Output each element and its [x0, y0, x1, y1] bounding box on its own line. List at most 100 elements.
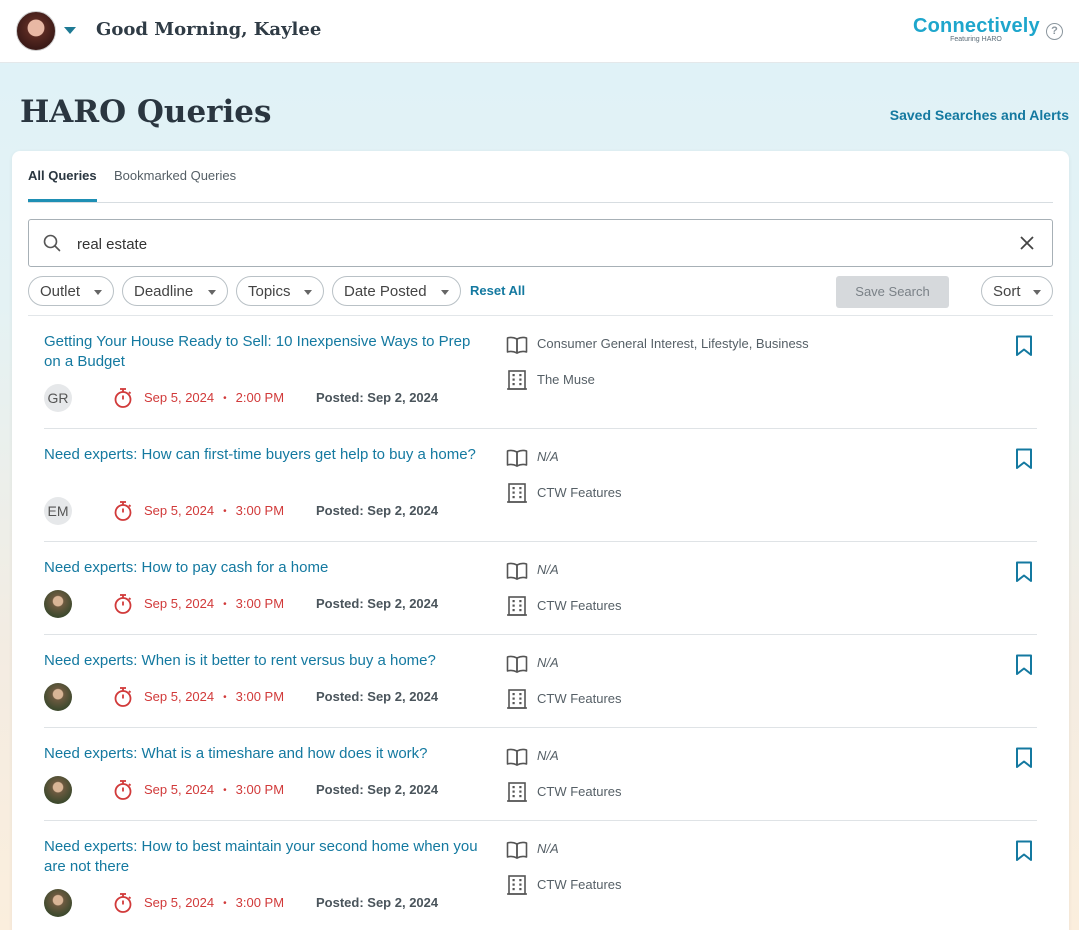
- author-avatar: [44, 683, 72, 711]
- author-avatar: [44, 776, 72, 804]
- posted-date: Posted: Sep 2, 2024: [316, 390, 439, 405]
- query-title-link[interactable]: Getting Your House Ready to Sell: 10 Ine…: [44, 332, 490, 372]
- query-meta: Sep 5, 2024 • 3:00 PM Posted: Sep 2, 2024: [44, 683, 504, 711]
- author-avatar: [44, 590, 72, 618]
- search-icon: [43, 234, 61, 252]
- deadline-separator: •: [223, 785, 227, 796]
- query-row: Need experts: How to pay cash for a home…: [44, 542, 1037, 635]
- query-outlet: CTW Features: [537, 784, 622, 799]
- deadline-time: 3:00 PM: [235, 503, 285, 518]
- query-topics: N/A: [537, 748, 559, 763]
- topics-filter[interactable]: Topics: [236, 276, 324, 306]
- reset-all-link[interactable]: Reset All: [470, 283, 525, 298]
- date-posted-filter[interactable]: Date Posted: [332, 276, 461, 306]
- author-avatar: GR: [44, 384, 72, 412]
- deadline: Sep 5, 2024 • 3:00 PM: [144, 895, 284, 910]
- query-meta: EM Sep 5, 2024 • 3:00 PM Posted: Sep 2, 2024: [44, 497, 504, 525]
- tab-all-queries[interactable]: All Queries: [28, 168, 97, 202]
- deadline: Sep 5, 2024 • 2:00 PM: [144, 390, 284, 405]
- posted-date: Posted: Sep 2, 2024: [316, 596, 439, 611]
- building-icon: [506, 595, 528, 622]
- query-outlet: The Muse: [537, 372, 595, 387]
- date-posted-filter-label: Date Posted: [344, 283, 427, 300]
- bookmark-icon[interactable]: [1015, 840, 1033, 867]
- stopwatch-icon: [112, 387, 134, 414]
- bookmark-icon[interactable]: [1015, 448, 1033, 475]
- building-icon: [506, 369, 528, 396]
- query-row: Need experts: How to best maintain your …: [44, 821, 1037, 930]
- building-icon: [506, 482, 528, 509]
- query-meta: Sep 5, 2024 • 3:00 PM Posted: Sep 2, 2024: [44, 889, 504, 917]
- tab-bookmarked-queries[interactable]: Bookmarked Queries: [114, 168, 236, 199]
- building-icon: [506, 688, 528, 715]
- posted-date: Posted: Sep 2, 2024: [316, 689, 439, 704]
- stopwatch-icon: [112, 892, 134, 919]
- brand-name: Connectively: [913, 15, 1040, 37]
- chevron-down-icon: [441, 290, 449, 295]
- bookmark-icon[interactable]: [1015, 747, 1033, 774]
- query-title-link[interactable]: Need experts: How to best maintain your …: [44, 837, 490, 877]
- deadline: Sep 5, 2024 • 3:00 PM: [144, 782, 284, 797]
- query-topics: N/A: [537, 449, 559, 464]
- query-outlet: CTW Features: [537, 598, 622, 613]
- search-input[interactable]: [77, 232, 977, 256]
- posted-date: Posted: Sep 2, 2024: [316, 895, 439, 910]
- query-row: Need experts: How can first-time buyers …: [44, 429, 1037, 542]
- topics-filter-label: Topics: [248, 283, 291, 300]
- deadline-date: Sep 5, 2024: [144, 689, 215, 704]
- deadline-filter-label: Deadline: [134, 283, 194, 300]
- bookmark-icon[interactable]: [1015, 335, 1033, 362]
- query-outlet: CTW Features: [537, 485, 622, 500]
- building-icon: [506, 874, 528, 901]
- query-topics: Consumer General Interest, Lifestyle, Bu…: [537, 336, 809, 351]
- brand-logo[interactable]: Connectively Featuring HARO: [913, 15, 1040, 43]
- deadline-time: 3:00 PM: [235, 596, 285, 611]
- query-title-link[interactable]: Need experts: When is it better to rent …: [44, 651, 490, 671]
- help-icon[interactable]: ?: [1046, 23, 1063, 40]
- chevron-down-icon: [1033, 290, 1041, 295]
- book-open-icon: [506, 747, 528, 772]
- deadline-date: Sep 5, 2024: [144, 596, 215, 611]
- bookmark-icon[interactable]: [1015, 654, 1033, 681]
- stopwatch-icon: [112, 593, 134, 620]
- deadline-time: 3:00 PM: [235, 689, 285, 704]
- posted-date: Posted: Sep 2, 2024: [316, 503, 439, 518]
- queries-card: All Queries Bookmarked Queries Outlet De…: [12, 151, 1069, 930]
- user-avatar[interactable]: [16, 11, 56, 51]
- author-avatar: EM: [44, 497, 72, 525]
- stopwatch-icon: [112, 500, 134, 527]
- save-search-button[interactable]: Save Search: [836, 276, 949, 308]
- sort-dropdown[interactable]: Sort: [981, 276, 1053, 306]
- book-open-icon: [506, 561, 528, 586]
- author-avatar: [44, 889, 72, 917]
- query-meta: Sep 5, 2024 • 3:00 PM Posted: Sep 2, 2024: [44, 776, 504, 804]
- clear-search-icon[interactable]: [1020, 236, 1034, 250]
- bookmark-icon[interactable]: [1015, 561, 1033, 588]
- query-title-link[interactable]: Need experts: How to pay cash for a home: [44, 558, 490, 578]
- top-bar: Good Morning, Kaylee Connectively Featur…: [0, 0, 1079, 63]
- query-title-link[interactable]: Need experts: How can first-time buyers …: [44, 445, 490, 465]
- posted-date: Posted: Sep 2, 2024: [316, 782, 439, 797]
- book-open-icon: [506, 448, 528, 473]
- deadline-date: Sep 5, 2024: [144, 503, 215, 518]
- stopwatch-icon: [112, 686, 134, 713]
- saved-searches-link[interactable]: Saved Searches and Alerts: [890, 107, 1069, 123]
- user-menu-caret-icon[interactable]: [64, 27, 76, 34]
- outlet-filter[interactable]: Outlet: [28, 276, 114, 306]
- search-box: [28, 219, 1053, 267]
- sort-label: Sort: [993, 283, 1021, 300]
- chevron-down-icon: [304, 290, 312, 295]
- book-open-icon: [506, 654, 528, 679]
- query-outlet: CTW Features: [537, 877, 622, 892]
- deadline: Sep 5, 2024 • 3:00 PM: [144, 596, 284, 611]
- filter-bar: Outlet Deadline Topics Date Posted Reset…: [28, 276, 1053, 308]
- query-topics: N/A: [537, 841, 559, 856]
- deadline-date: Sep 5, 2024: [144, 390, 215, 405]
- query-meta: Sep 5, 2024 • 3:00 PM Posted: Sep 2, 2024: [44, 590, 504, 618]
- outlet-filter-label: Outlet: [40, 283, 81, 300]
- query-topics: N/A: [537, 655, 559, 670]
- deadline-date: Sep 5, 2024: [144, 895, 215, 910]
- deadline: Sep 5, 2024 • 3:00 PM: [144, 503, 284, 518]
- query-title-link[interactable]: Need experts: What is a timeshare and ho…: [44, 744, 490, 764]
- deadline-filter[interactable]: Deadline: [122, 276, 228, 306]
